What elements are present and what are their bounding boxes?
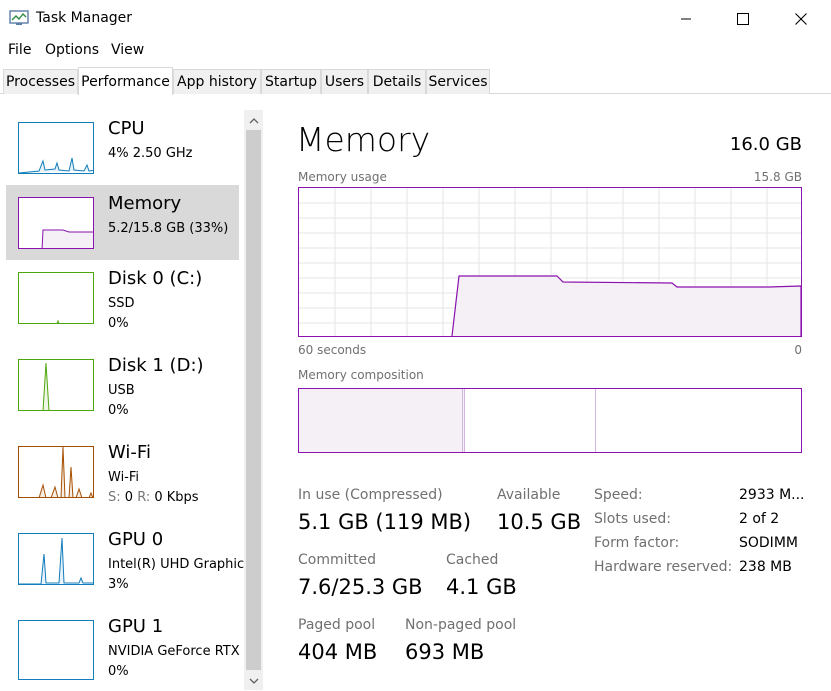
tab-app-history[interactable]: App history (173, 69, 261, 94)
task-manager-icon (9, 10, 29, 30)
memory-usage-label: Memory usage (298, 170, 387, 184)
sidebar-title: Memory (108, 193, 182, 214)
disk0-thumbnail-graph (18, 272, 94, 324)
speed-label: Speed: (594, 487, 643, 503)
tab-details[interactable]: Details (368, 69, 426, 94)
memory-composition-bar (298, 388, 802, 453)
sidebar-item-memory[interactable]: Memory 5.2/15.8 GB (33%) (6, 185, 239, 260)
sidebar-item-gpu0[interactable]: GPU 0 Intel(R) UHD Graphics 3% (6, 521, 245, 596)
sidebar-item-disk1[interactable]: Disk 1 (D:) USB 0% (6, 347, 239, 422)
sidebar-subtitle: Wi-Fi (108, 470, 140, 485)
sidebar-scrollbar[interactable] (244, 110, 263, 690)
memory-composition-label: Memory composition (298, 368, 424, 382)
sidebar-title: Disk 0 (C:) (108, 268, 203, 289)
tab-users[interactable]: Users (321, 69, 368, 94)
title-bar: Task Manager (0, 0, 831, 38)
in-use-value: 5.1 GB (119 MB) (298, 510, 472, 534)
sidebar-item-gpu1[interactable]: GPU 1 NVIDIA GeForce RTX 0% (6, 608, 240, 688)
hardware-reserved-value: 238 MB (739, 559, 792, 575)
tab-processes[interactable]: Processes (3, 69, 78, 94)
scroll-down-button[interactable] (244, 672, 263, 690)
chevron-up-icon (249, 118, 258, 124)
minimize-button[interactable] (663, 0, 709, 38)
available-label: Available (497, 487, 561, 503)
non-paged-pool-label: Non-paged pool (405, 617, 517, 633)
scroll-thumb[interactable] (246, 130, 261, 670)
tab-startup[interactable]: Startup (261, 69, 321, 94)
memory-usage-graph (298, 187, 802, 337)
sidebar-subtitle: 5.2/15.8 GB (33%) (108, 221, 229, 236)
sidebar-title: CPU (108, 118, 145, 139)
slots-used-label: Slots used: (594, 511, 671, 527)
sidebar-subtitle: Intel(R) UHD Graphics (108, 557, 245, 572)
chevron-down-icon (249, 678, 258, 684)
menu-file[interactable]: File (8, 42, 31, 58)
sidebar-throughput: S: 0 R: 0 Kbps (108, 490, 199, 505)
maximize-button[interactable] (720, 0, 766, 38)
sidebar-item-wifi[interactable]: Wi-Fi Wi-Fi S: 0 R: 0 Kbps (6, 434, 239, 509)
slots-used-value: 2 of 2 (739, 511, 780, 527)
tab-services[interactable]: Services (426, 69, 490, 94)
sidebar-item-disk0[interactable]: Disk 0 (C:) SSD 0% (6, 260, 239, 335)
minimize-icon (681, 18, 691, 20)
committed-value: 7.6/25.3 GB (298, 575, 423, 599)
gpu0-thumbnail-graph (18, 533, 94, 585)
time-axis-left: 60 seconds (298, 343, 367, 357)
scroll-up-button[interactable] (244, 112, 263, 130)
sidebar-subtitle: 4% 2.50 GHz (108, 146, 193, 161)
sidebar-value: 0% (108, 403, 129, 418)
close-icon (795, 13, 807, 25)
page-title: Memory (296, 120, 431, 159)
non-paged-pool-value: 693 MB (405, 640, 485, 664)
speed-value: 2933 M... (739, 487, 805, 503)
window-title: Task Manager (36, 10, 133, 26)
sidebar-value: 0% (108, 664, 129, 679)
available-value: 10.5 GB (497, 510, 582, 534)
cached-label: Cached (446, 552, 499, 568)
paged-pool-label: Paged pool (298, 617, 376, 633)
sidebar-subtitle: NVIDIA GeForce RTX (108, 644, 240, 659)
memory-total: 16.0 GB (729, 134, 802, 155)
sidebar-title: GPU 1 (108, 616, 164, 637)
paged-pool-value: 404 MB (298, 640, 378, 664)
time-axis-right: 0 (794, 343, 802, 357)
close-button[interactable] (778, 0, 824, 38)
sidebar-subtitle: SSD (108, 296, 135, 311)
form-factor-value: SODIMM (739, 535, 798, 551)
menu-view[interactable]: View (111, 42, 144, 58)
memory-thumbnail-graph (18, 197, 94, 249)
maximize-icon (737, 13, 749, 25)
menu-options[interactable]: Options (45, 42, 99, 58)
sidebar-value: 0% (108, 316, 129, 331)
gpu1-thumbnail-graph (18, 620, 94, 680)
sidebar-title: Disk 1 (D:) (108, 355, 204, 376)
wifi-thumbnail-graph (18, 446, 94, 498)
tab-performance[interactable]: Performance (78, 67, 173, 95)
memory-usage-max: 15.8 GB (753, 170, 802, 184)
sidebar-subtitle: USB (108, 383, 135, 398)
sidebar-value: 3% (108, 577, 129, 592)
in-use-label: In use (Compressed) (298, 487, 443, 503)
hardware-reserved-label: Hardware reserved: (594, 559, 733, 575)
committed-label: Committed (298, 552, 376, 568)
form-factor-label: Form factor: (594, 535, 680, 551)
cpu-thumbnail-graph (18, 122, 94, 174)
disk1-thumbnail-graph (18, 359, 94, 411)
cached-value: 4.1 GB (446, 575, 517, 599)
tab-bar: Processes Performance App history Startu… (0, 67, 831, 95)
sidebar-title: Wi-Fi (108, 442, 151, 463)
sidebar-title: GPU 0 (108, 529, 164, 550)
sidebar-item-cpu[interactable]: CPU 4% 2.50 GHz (6, 110, 239, 185)
